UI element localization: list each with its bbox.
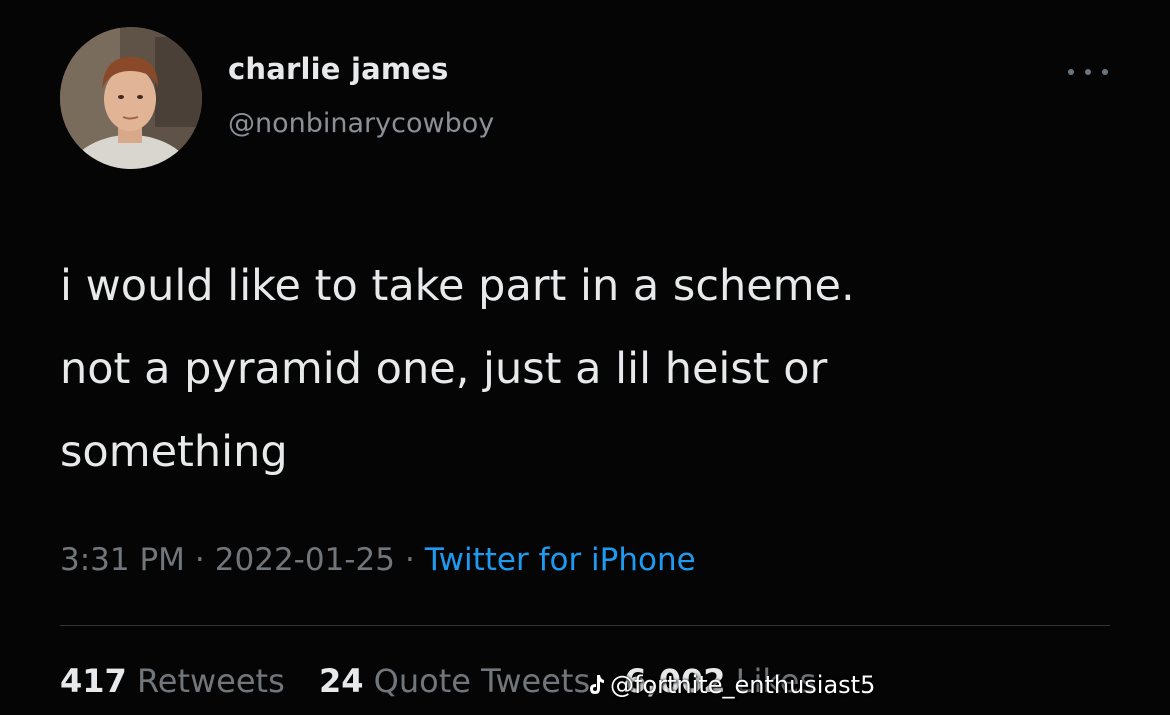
divider bbox=[60, 625, 1110, 626]
tweet-text: i would like to take part in a scheme. n… bbox=[60, 261, 855, 477]
watermark-text: @fortnite_enthusiast5 bbox=[610, 671, 876, 699]
separator: · bbox=[404, 542, 415, 578]
separator: · bbox=[194, 542, 205, 578]
more-options-icon[interactable] bbox=[1068, 60, 1108, 84]
more-dot bbox=[1068, 69, 1074, 75]
user-handle[interactable]: @nonbinarycowboy bbox=[228, 108, 494, 139]
avatar[interactable] bbox=[60, 27, 202, 169]
retweets-label: Retweets bbox=[136, 662, 285, 700]
more-dot bbox=[1085, 69, 1091, 75]
tweet-card: charlie james @nonbinarycowboy i would l… bbox=[0, 0, 1170, 715]
watermark: @fortnite_enthusiast5 bbox=[586, 671, 875, 699]
more-dot bbox=[1102, 69, 1108, 75]
quotes-count: 24 bbox=[318, 662, 364, 700]
tiktok-icon bbox=[590, 675, 604, 694]
tweet-time[interactable]: 3:31 PM bbox=[60, 542, 185, 578]
tweet-metadata: 3:31 PM · 2022-01-25 · Twitter for iPhone bbox=[60, 542, 696, 578]
retweets-count: 417 bbox=[60, 662, 127, 700]
display-name[interactable]: charlie james bbox=[228, 52, 449, 86]
tweet-date[interactable]: 2022-01-25 bbox=[215, 542, 395, 578]
profile-photo-icon bbox=[60, 27, 202, 169]
quotes-label: Quote Tweets bbox=[373, 662, 591, 700]
quote-tweets-stat[interactable]: 24 Quote Tweets bbox=[319, 662, 590, 700]
retweets-stat[interactable]: 417 Retweets bbox=[60, 662, 285, 700]
tweet-source-link[interactable]: Twitter for iPhone bbox=[425, 542, 696, 578]
